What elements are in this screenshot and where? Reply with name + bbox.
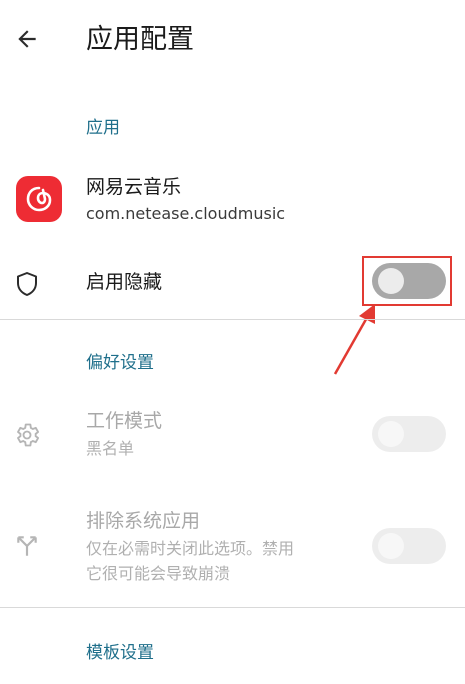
shield-icon — [12, 269, 42, 299]
enable-hide-label: 启用隐藏 — [86, 271, 163, 293]
app-info-row: 网易云音乐 com.netease.cloudmusic — [0, 170, 465, 230]
work-mode-toggle[interactable] — [372, 416, 446, 452]
exclude-system-row[interactable]: 排除系统应用 仅在必需时关闭此选项。禁用 它很可能会导致崩溃 — [0, 506, 465, 592]
back-button[interactable] — [10, 22, 44, 56]
exclude-system-label: 排除系统应用 — [86, 510, 201, 532]
app-name: 网易云音乐 — [86, 176, 182, 198]
highlight-box — [362, 256, 452, 306]
toggle-knob — [378, 421, 404, 447]
exclude-system-description-1: 仅在必需时关闭此选项。禁用 — [86, 539, 295, 558]
merge-arrows-icon — [12, 531, 42, 561]
divider — [0, 607, 465, 608]
section-header-app: 应用 — [86, 118, 120, 138]
section-header-templates: 模板设置 — [86, 643, 154, 663]
work-mode-label: 工作模式 — [86, 410, 163, 432]
arrow-left-icon — [18, 30, 36, 48]
work-mode-row[interactable]: 工作模式 黑名单 — [0, 404, 465, 466]
exclude-system-toggle[interactable] — [372, 528, 446, 564]
work-mode-value: 黑名单 — [86, 439, 135, 458]
divider — [0, 319, 465, 320]
gear-icon — [12, 420, 42, 450]
app-package: com.netease.cloudmusic — [86, 204, 286, 223]
exclude-system-description-2: 它很可能会导致崩溃 — [86, 564, 231, 583]
page-title: 应用配置 — [86, 24, 194, 55]
section-header-preferences: 偏好设置 — [86, 353, 154, 373]
annotation-arrow-icon — [333, 304, 375, 375]
toggle-knob — [378, 533, 404, 559]
